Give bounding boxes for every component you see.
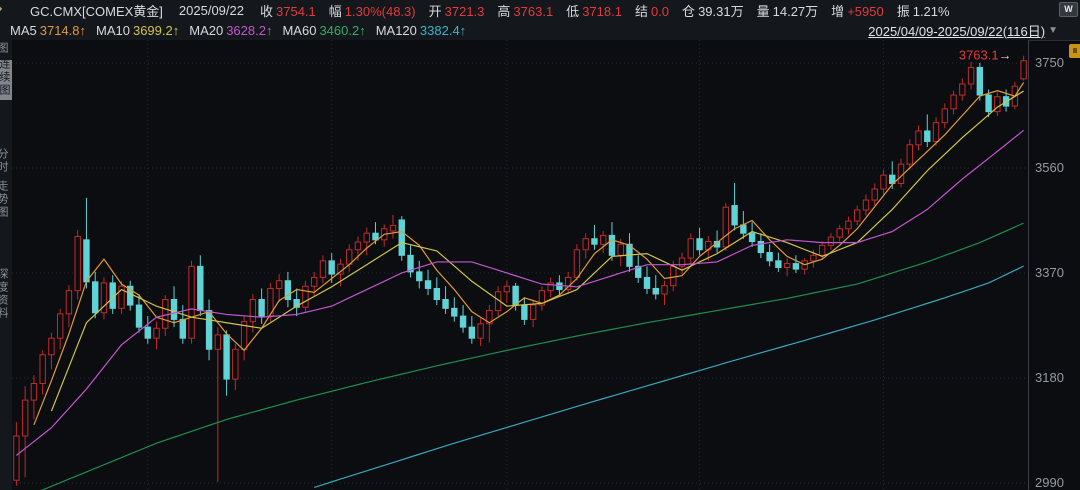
ma-legend-item: MA1203382.4↑ [376, 23, 466, 38]
ma-legend: MA53714.8↑ MA103699.2↑ MA203628.2↑ MA603460… [10, 23, 466, 38]
date-range-label: 2025/04/09-2025/09/22(116日) [868, 21, 1045, 40]
axis-tick-label: 2990 [1035, 475, 1064, 490]
pin-icon[interactable]: ◆ [0, 1, 2, 15]
date-range-selector[interactable]: 2025/04/09-2025/09/22(116日) ▼ [868, 20, 1058, 40]
quote-date: 2025/09/22 [179, 3, 244, 18]
quote-field: 仓39.31万 [682, 1, 744, 20]
sidebar-item[interactable]: 连续图 [0, 60, 12, 100]
left-toolbar: 图连续图分时走势图深度资料 [0, 40, 12, 490]
sidebar-item[interactable]: 分时 [0, 148, 10, 174]
ma-legend-item: MA603460.2↑ [282, 23, 365, 38]
quote-field: 幅1.30%(48.3) [329, 1, 416, 20]
axis-tick-label: 3180 [1035, 370, 1064, 386]
sidebar-item[interactable]: 走势图 [0, 180, 10, 219]
quote-field: 振1.21% [897, 1, 950, 20]
quote-field: 增+5950 [831, 1, 884, 20]
axis-tick-label: 3370 [1035, 265, 1064, 281]
symbol-title: GC.CMX[COMEX黄金] [30, 1, 163, 20]
ma-legend-item: MA53714.8↑ [10, 23, 86, 38]
quote-header: ◆ ✚ GC.CMX[COMEX黄金] 2025/09/22 收3754.1幅1… [0, 0, 1080, 20]
ma-legend-item: MA203628.2↑ [189, 23, 272, 38]
quote-field: 结0.0 [635, 1, 669, 20]
quote-field: 低3718.1 [566, 1, 622, 20]
last-price-label: 3763.1→ [959, 48, 1012, 63]
quote-field: 收3754.1 [260, 1, 316, 20]
axis-tick-label: 3750 [1035, 55, 1064, 71]
quote-field: 量14.27万 [757, 1, 819, 20]
trading-app-window: ◆ ✚ GC.CMX[COMEX黄金] 2025/09/22 收3754.1幅1… [0, 0, 1080, 490]
chevron-down-icon[interactable]: ▼ [1048, 25, 1058, 36]
axis-tick-label: 3560 [1035, 160, 1064, 176]
quote-fields: 收3754.1 幅1.30%(48.3) 开3721.3 高3763.1 低3718.1… [260, 1, 950, 20]
ma-legend-item: MA103699.2↑ [96, 23, 179, 38]
quote-field: 开3721.3 [429, 1, 485, 20]
price-axis: 3750 3560 3370 3180 2990 [1028, 40, 1080, 490]
sidebar-item[interactable]: 图 [0, 42, 10, 55]
candlestick-chart[interactable]: 3763.1→ [12, 40, 1028, 490]
ma-indicator-bar: MA53714.8↑ MA103699.2↑ MA203628.2↑ MA603460… [0, 20, 1080, 41]
sidebar-item[interactable]: 深度资料 [0, 268, 10, 320]
quote-field: 高3763.1 [497, 1, 553, 20]
window-badge-icon[interactable]: W [1059, 2, 1078, 17]
